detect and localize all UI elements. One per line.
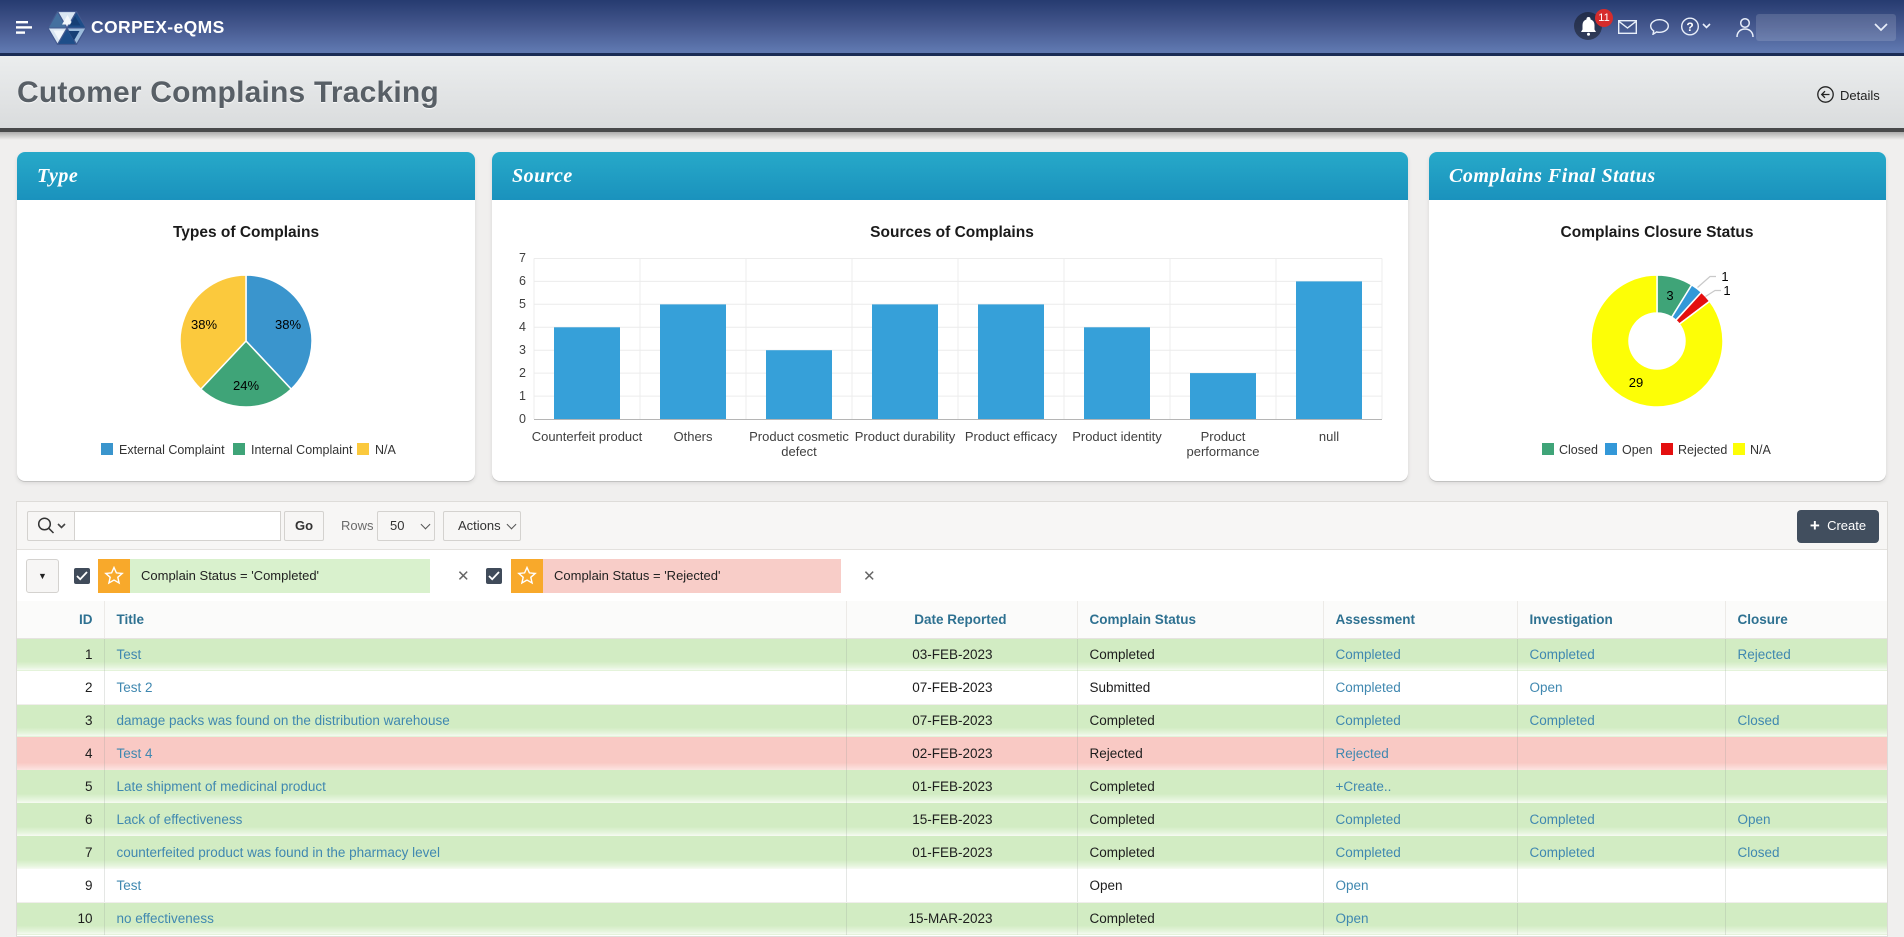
svg-text:1: 1 bbox=[519, 389, 526, 403]
svg-text:Types of Complains: Types of Complains bbox=[173, 224, 319, 241]
svg-text:Product efficacy: Product efficacy bbox=[965, 429, 1058, 444]
svg-text:defect: defect bbox=[781, 444, 817, 459]
svg-text:N/A: N/A bbox=[375, 443, 397, 457]
svg-text:Internal Complaint: Internal Complaint bbox=[251, 443, 353, 457]
svg-text:3: 3 bbox=[519, 343, 526, 357]
svg-text:38%: 38% bbox=[191, 317, 217, 332]
svg-text:38%: 38% bbox=[275, 317, 301, 332]
svg-text:4: 4 bbox=[519, 320, 526, 334]
svg-text:6: 6 bbox=[519, 274, 526, 288]
svg-text:29: 29 bbox=[1629, 375, 1643, 390]
svg-text:performance: performance bbox=[1187, 444, 1260, 459]
svg-text:5: 5 bbox=[519, 297, 526, 311]
svg-text:?: ? bbox=[1686, 20, 1693, 34]
svg-text:External Complaint: External Complaint bbox=[119, 443, 225, 457]
svg-text:Open: Open bbox=[1622, 443, 1653, 457]
svg-text:3: 3 bbox=[1666, 288, 1673, 303]
svg-text:Rejected: Rejected bbox=[1678, 443, 1727, 457]
svg-text:Product: Product bbox=[1201, 429, 1246, 444]
svg-text:1: 1 bbox=[1723, 283, 1730, 298]
svg-text:N/A: N/A bbox=[1750, 443, 1772, 457]
svg-text:0: 0 bbox=[519, 412, 526, 426]
svg-text:Closed: Closed bbox=[1559, 443, 1598, 457]
svg-text:2: 2 bbox=[519, 366, 526, 380]
svg-text:Product durability: Product durability bbox=[855, 429, 956, 444]
svg-text:Counterfeit product: Counterfeit product bbox=[532, 429, 643, 444]
svg-text:Others: Others bbox=[673, 429, 713, 444]
svg-text:Sources of Complains: Sources of Complains bbox=[870, 224, 1034, 241]
svg-text:Product identity: Product identity bbox=[1072, 429, 1162, 444]
svg-text:null: null bbox=[1319, 429, 1339, 444]
svg-text:Product cosmetic: Product cosmetic bbox=[749, 429, 849, 444]
svg-text:24%: 24% bbox=[233, 378, 259, 393]
svg-text:7: 7 bbox=[519, 251, 526, 265]
svg-text:Complains Closure Status: Complains Closure Status bbox=[1561, 224, 1754, 241]
svg-text:1: 1 bbox=[1721, 269, 1728, 284]
